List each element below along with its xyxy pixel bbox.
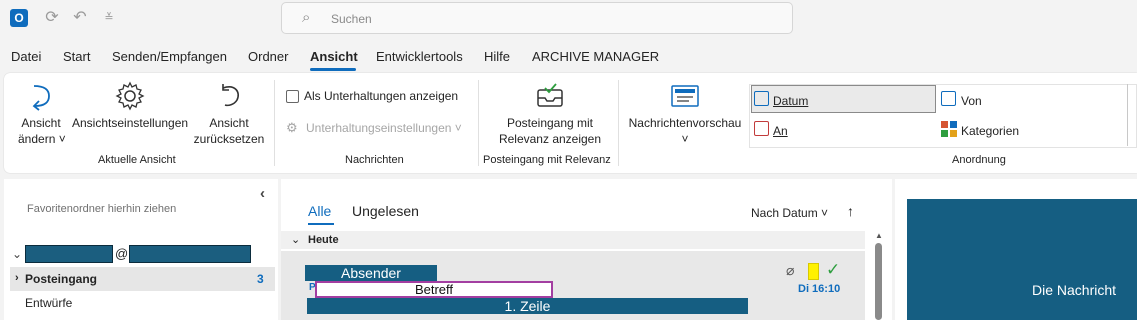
ribbon-separator bbox=[618, 80, 619, 166]
message-subject: Betreff bbox=[315, 281, 553, 298]
ansicht-zuruecksetzen-label-2: zurücksetzen bbox=[193, 132, 265, 146]
tab-ungelesen[interactable]: Ungelesen bbox=[352, 203, 419, 219]
category-flag-icon[interactable] bbox=[808, 263, 819, 280]
tab-ansicht[interactable]: Ansicht bbox=[310, 49, 358, 64]
search-box[interactable]: ⌕ Suchen bbox=[281, 2, 793, 34]
active-tab-indicator bbox=[310, 68, 356, 71]
sort-by-date-button[interactable]: Nach Datum ˅ bbox=[751, 206, 828, 220]
group-label-aktuelle-ansicht: Aktuelle Ansicht bbox=[98, 154, 176, 166]
message-body-block: Die Nachricht bbox=[907, 199, 1137, 320]
tab-senden-empfangen[interactable]: Senden/Empfangen bbox=[112, 49, 227, 64]
arrange-von-label: Von bbox=[961, 94, 982, 108]
account-at-sign: @ bbox=[115, 246, 129, 261]
nachrichtenvorschau-label: Nachrichtenvorschau bbox=[628, 116, 742, 130]
arrange-an-label: An bbox=[773, 124, 788, 138]
undo-icon[interactable]: ↶ bbox=[70, 8, 90, 28]
quick-access-dropdown-icon[interactable]: ≚ bbox=[99, 8, 119, 28]
ansicht-zuruecksetzen-label-1: Ansicht bbox=[209, 116, 249, 130]
gallery-scroll-edge bbox=[1127, 84, 1128, 146]
group-label-posteingang-relevanz: Posteingang mit Relevanz bbox=[483, 154, 611, 166]
checkbox[interactable] bbox=[286, 90, 299, 103]
focused-inbox-icon bbox=[537, 83, 563, 107]
sync-icon[interactable]: ⟳ bbox=[42, 8, 62, 28]
ribbon-separator bbox=[274, 80, 275, 166]
posteingang-relevanz-button[interactable]: Posteingang mit Relevanz anzeigen bbox=[494, 80, 606, 147]
outlook-app-icon: O bbox=[10, 9, 28, 27]
active-tab-indicator bbox=[308, 223, 334, 225]
ansichtseinstellungen-button[interactable]: Ansichtseinstellungen bbox=[72, 80, 188, 131]
chevron-down-icon: ˅ bbox=[821, 206, 829, 220]
account-domain-redacted bbox=[129, 245, 251, 263]
message-list-scrollbar[interactable] bbox=[875, 243, 882, 320]
view-change-icon bbox=[32, 85, 50, 111]
folder-item-posteingang[interactable]: › Posteingang 3 bbox=[10, 267, 275, 291]
check-icon[interactable]: ✓ bbox=[826, 260, 840, 280]
folder-item-entwuerfe[interactable]: Entwürfe bbox=[25, 296, 72, 310]
posteingang-relevanz-label-2: Relevanz anzeigen bbox=[498, 132, 602, 146]
favorites-hint: Favoritenordner hierhin ziehen bbox=[27, 203, 177, 215]
unread-count: 3 bbox=[257, 272, 264, 286]
message-item[interactable]: Absender P Betreff 1. Zeile ⌀ ✓ Di 16:10 bbox=[281, 251, 865, 320]
group-header-label: Heute bbox=[308, 234, 339, 246]
chevron-down-icon[interactable]: ⌄ bbox=[12, 247, 22, 261]
ansicht-aendern-label-1: Ansicht bbox=[21, 116, 61, 130]
message-time: Di 16:10 bbox=[798, 283, 841, 295]
chevron-down-icon: ˅ bbox=[681, 132, 689, 146]
calendar-icon bbox=[754, 91, 769, 106]
sender-icon bbox=[941, 91, 956, 106]
ansicht-zuruecksetzen-button[interactable]: Ansicht zurücksetzen bbox=[193, 80, 265, 147]
group-label-anordnung: Anordnung bbox=[952, 154, 1006, 166]
tab-entwicklertools[interactable]: Entwicklertools bbox=[376, 49, 463, 64]
folder-label-posteingang: Posteingang bbox=[25, 272, 98, 286]
title-bar: O ⟳ ↶ ≚ ⌕ Suchen bbox=[0, 0, 1137, 40]
attachment-icon: ⌀ bbox=[786, 262, 795, 278]
sort-label: Nach Datum bbox=[751, 206, 818, 220]
message-sender: Absender bbox=[305, 265, 437, 281]
sort-direction-icon[interactable]: ↑ bbox=[847, 203, 854, 219]
tab-hilfe[interactable]: Hilfe bbox=[484, 49, 510, 64]
tab-archive-manager[interactable]: ARCHIVE MANAGER bbox=[532, 49, 659, 64]
search-input-placeholder: Suchen bbox=[331, 12, 372, 26]
reading-pane: Die Nachricht bbox=[895, 179, 1137, 320]
message-preview: 1. Zeile bbox=[307, 298, 748, 314]
message-preview-icon bbox=[671, 85, 699, 107]
chevron-right-icon[interactable]: › bbox=[15, 272, 19, 284]
ribbon-separator bbox=[478, 80, 479, 166]
reset-view-icon bbox=[222, 84, 239, 107]
recipient-icon bbox=[754, 121, 769, 136]
group-label-nachrichten: Nachrichten bbox=[345, 154, 404, 166]
arrange-datum-label: Datum bbox=[773, 94, 809, 108]
unterhaltungen-anzeigen-label: Als Unterhaltungen anzeigen bbox=[304, 89, 459, 103]
ansicht-aendern-label-2: ändern ˅ bbox=[18, 132, 66, 146]
nachrichtenvorschau-button[interactable]: Nachrichtenvorschau ˅ bbox=[628, 80, 742, 147]
ansicht-aendern-button[interactable]: Ansicht ändern ˅ bbox=[18, 80, 66, 147]
tab-alle[interactable]: Alle bbox=[308, 203, 331, 219]
tab-datei[interactable]: Datei bbox=[11, 49, 41, 64]
collapse-pane-icon[interactable]: ‹ bbox=[260, 185, 265, 202]
categories-icon bbox=[941, 121, 957, 137]
folder-pane: ‹ Favoritenordner hierhin ziehen ⌄ @ › P… bbox=[4, 179, 278, 320]
ansichtseinstellungen-label: Ansichtseinstellungen bbox=[72, 116, 189, 130]
chevron-down-icon: ⌄ bbox=[291, 234, 301, 246]
posteingang-relevanz-label-1: Posteingang mit bbox=[506, 116, 594, 130]
conversation-settings-icon: ⚙ bbox=[286, 120, 298, 135]
scroll-up-icon[interactable]: ▲ bbox=[875, 231, 883, 240]
gear-icon bbox=[115, 81, 145, 111]
arrange-kategorien-label: Kategorien bbox=[961, 124, 1020, 138]
search-icon: ⌕ bbox=[302, 9, 311, 26]
message-list: Alle Ungelesen Nach Datum ˅ ↑ ⌄ Heute Ab… bbox=[281, 179, 892, 320]
tab-start[interactable]: Start bbox=[63, 49, 90, 64]
unterhaltungseinstellungen-label: Unterhaltungseinstellungen ˅ bbox=[306, 121, 462, 135]
group-header-heute[interactable]: ⌄ Heute bbox=[281, 231, 865, 249]
account-name-redacted bbox=[25, 245, 113, 263]
tab-ordner[interactable]: Ordner bbox=[248, 49, 288, 64]
message-body-text: Die Nachricht bbox=[1032, 282, 1117, 298]
